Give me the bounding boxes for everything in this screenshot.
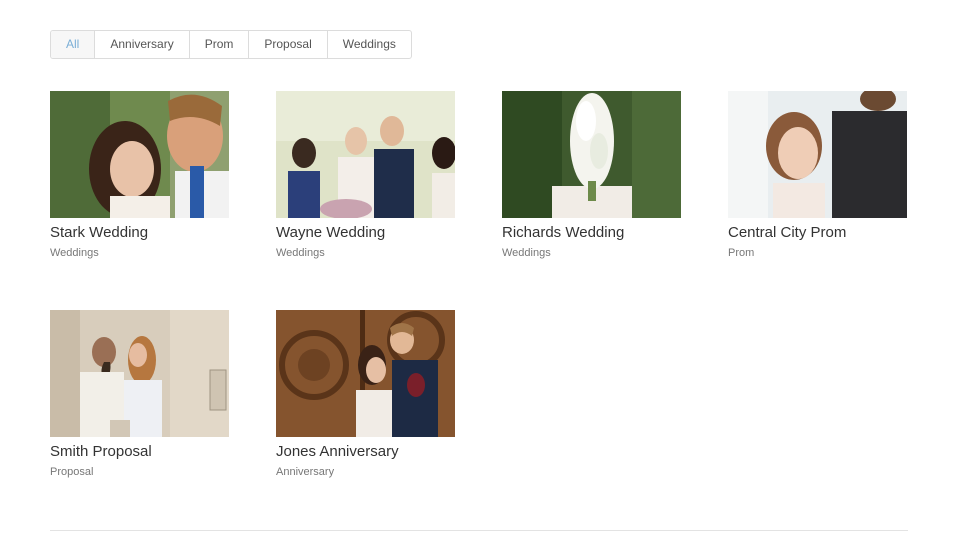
gallery-card-wayne-wedding[interactable]: Wayne Wedding Weddings bbox=[276, 91, 455, 260]
bridal-bouquet-photo[interactable] bbox=[502, 91, 681, 218]
gallery-card-title[interactable]: Central City Prom bbox=[728, 224, 907, 242]
filter-tab-proposal[interactable]: Proposal bbox=[249, 31, 328, 58]
gallery-card-title[interactable]: Wayne Wedding bbox=[276, 224, 455, 242]
gallery-card-title[interactable]: Jones Anniversary bbox=[276, 443, 455, 461]
gallery-card-title[interactable]: Richards Wedding bbox=[502, 224, 681, 242]
gallery-card-smith-proposal[interactable]: Smith Proposal Proposal bbox=[50, 310, 229, 479]
gallery-card-category: Anniversary bbox=[276, 466, 335, 478]
filter-tab-all[interactable]: All bbox=[51, 31, 96, 58]
gallery-card-category: Prom bbox=[728, 247, 755, 259]
filter-tab-weddings[interactable]: Weddings bbox=[328, 31, 411, 58]
gallery-card-central-city-prom[interactable]: Central City Prom Prom bbox=[728, 91, 907, 260]
anniversary-door-photo[interactable] bbox=[276, 310, 455, 437]
filter-tab-prom[interactable]: Prom bbox=[190, 31, 250, 58]
gallery-card-richards-wedding[interactable]: Richards Wedding Weddings bbox=[502, 91, 681, 260]
gallery-card-jones-anniversary[interactable]: Jones Anniversary Anniversary bbox=[276, 310, 455, 479]
gallery-card-title[interactable]: Stark Wedding bbox=[50, 224, 229, 242]
section-divider bbox=[50, 530, 908, 531]
gallery-card-category: Proposal bbox=[50, 466, 94, 478]
gallery-card-category: Weddings bbox=[276, 247, 325, 259]
portfolio-filter-bar: All Anniversary Prom Proposal Weddings bbox=[50, 30, 412, 59]
gallery-card-stark-wedding[interactable]: Stark Wedding Weddings bbox=[50, 91, 229, 260]
proposal-kiss-photo[interactable] bbox=[50, 310, 229, 437]
gallery-card-title[interactable]: Smith Proposal bbox=[50, 443, 229, 461]
gallery-card-category: Weddings bbox=[50, 247, 99, 259]
couple-closeup-photo[interactable] bbox=[50, 91, 229, 218]
wedding-party-photo[interactable] bbox=[276, 91, 455, 218]
gallery-card-category: Weddings bbox=[502, 247, 551, 259]
prom-portrait-photo[interactable] bbox=[728, 91, 907, 218]
filter-tab-anniversary[interactable]: Anniversary bbox=[95, 31, 190, 58]
